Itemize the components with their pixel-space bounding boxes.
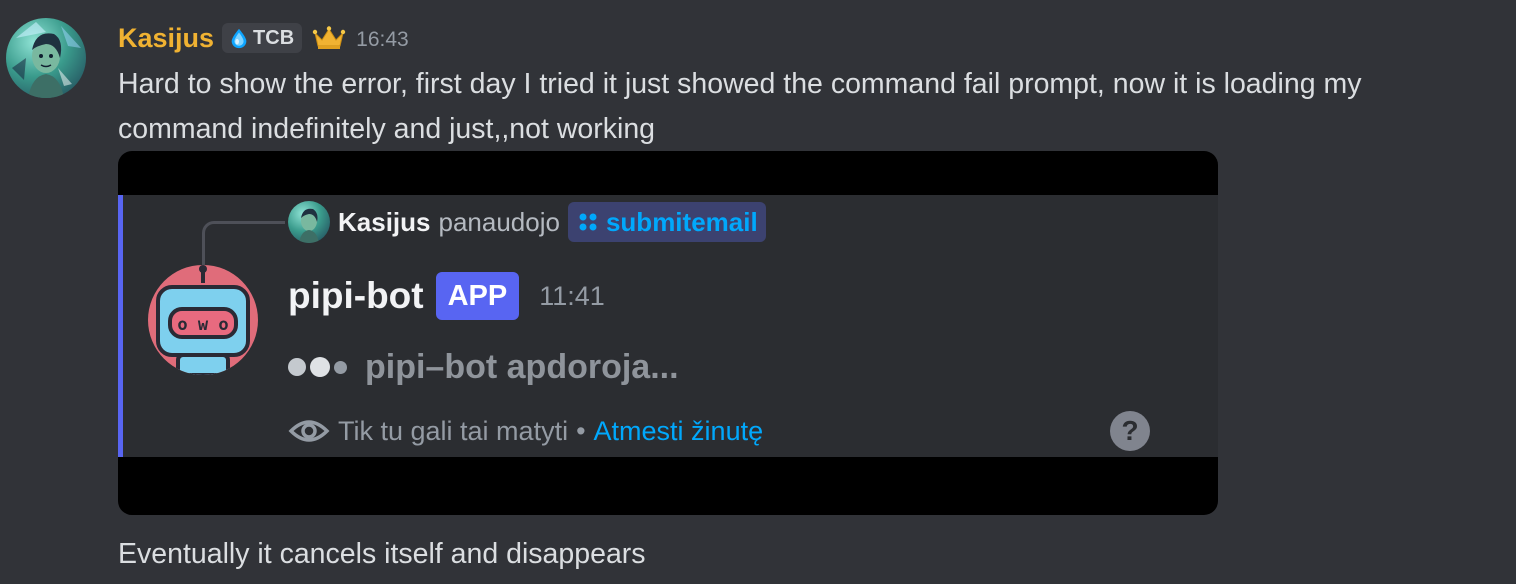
eye-icon xyxy=(288,420,330,442)
message-timestamp[interactable]: 16:43 xyxy=(356,24,409,52)
ephemeral-text: Tik tu gali tai matyti xyxy=(338,415,569,446)
reply-username: Kasijus xyxy=(338,206,431,237)
bot-message-header: pipi-bot APP 11:41 xyxy=(288,271,605,321)
loading-dot xyxy=(288,358,306,376)
reply-verb: panaudojo xyxy=(438,206,560,237)
image-attachment[interactable]: Kasijus panaudojo submitemail o w o pipi… xyxy=(118,151,1218,515)
droplet-icon xyxy=(231,28,247,49)
bot-timestamp: 11:41 xyxy=(539,280,605,311)
ephemeral-accent-bar xyxy=(118,195,123,457)
slash-command-pill: submitemail xyxy=(567,202,766,242)
ephemeral-separator: • xyxy=(576,415,586,446)
message-text-line: command indefinitely and just,,not worki… xyxy=(118,113,656,145)
bot-avatar: o w o xyxy=(148,265,258,375)
message-content: Hard to show the error, first day I trie… xyxy=(118,62,1498,152)
loading-dot xyxy=(310,357,330,377)
bot-username: pipi-bot xyxy=(288,275,424,316)
app-command-icon xyxy=(579,213,597,231)
message-text-line: Hard to show the error, first day I trie… xyxy=(118,68,1362,100)
loading-text: pipi–bot apdoroja... xyxy=(365,347,679,386)
chat-message: Kasijus TCB 16:43 Hard to show the error… xyxy=(0,0,1516,584)
message-header: Kasijus TCB 16:43 xyxy=(118,20,409,56)
clan-tag[interactable]: TCB xyxy=(222,23,303,53)
loading-dots-icon xyxy=(288,357,347,377)
app-badge: APP xyxy=(435,272,520,320)
crown-icon xyxy=(312,26,346,49)
reply-spine xyxy=(202,221,285,266)
robot-illustration: o w o xyxy=(156,265,250,375)
message-text-line: Eventually it cancels itself and disappe… xyxy=(118,538,646,570)
embedded-screenshot: Kasijus panaudojo submitemail o w o pipi… xyxy=(118,195,1218,457)
command-name: submitemail xyxy=(605,206,758,237)
command-reply-line: Kasijus panaudojo submitemail xyxy=(288,201,766,243)
ephemeral-notice: Tik tu gali tai matyti • Atmesti žinutę xyxy=(288,411,763,451)
svg-text:o w o: o w o xyxy=(177,315,228,335)
username[interactable]: Kasijus xyxy=(118,23,214,54)
bot-thinking-status: pipi–bot apdoroja... xyxy=(288,345,679,389)
loading-dot xyxy=(334,360,347,374)
reply-avatar xyxy=(288,201,330,243)
help-icon: ? xyxy=(1110,411,1150,451)
dismiss-message-link: Atmesti žinutę xyxy=(593,415,764,446)
clan-tag-label: TCB xyxy=(253,26,295,49)
reply-avatar-illustration xyxy=(299,208,319,243)
avatar-illustration xyxy=(12,22,81,98)
user-avatar[interactable] xyxy=(6,18,86,98)
